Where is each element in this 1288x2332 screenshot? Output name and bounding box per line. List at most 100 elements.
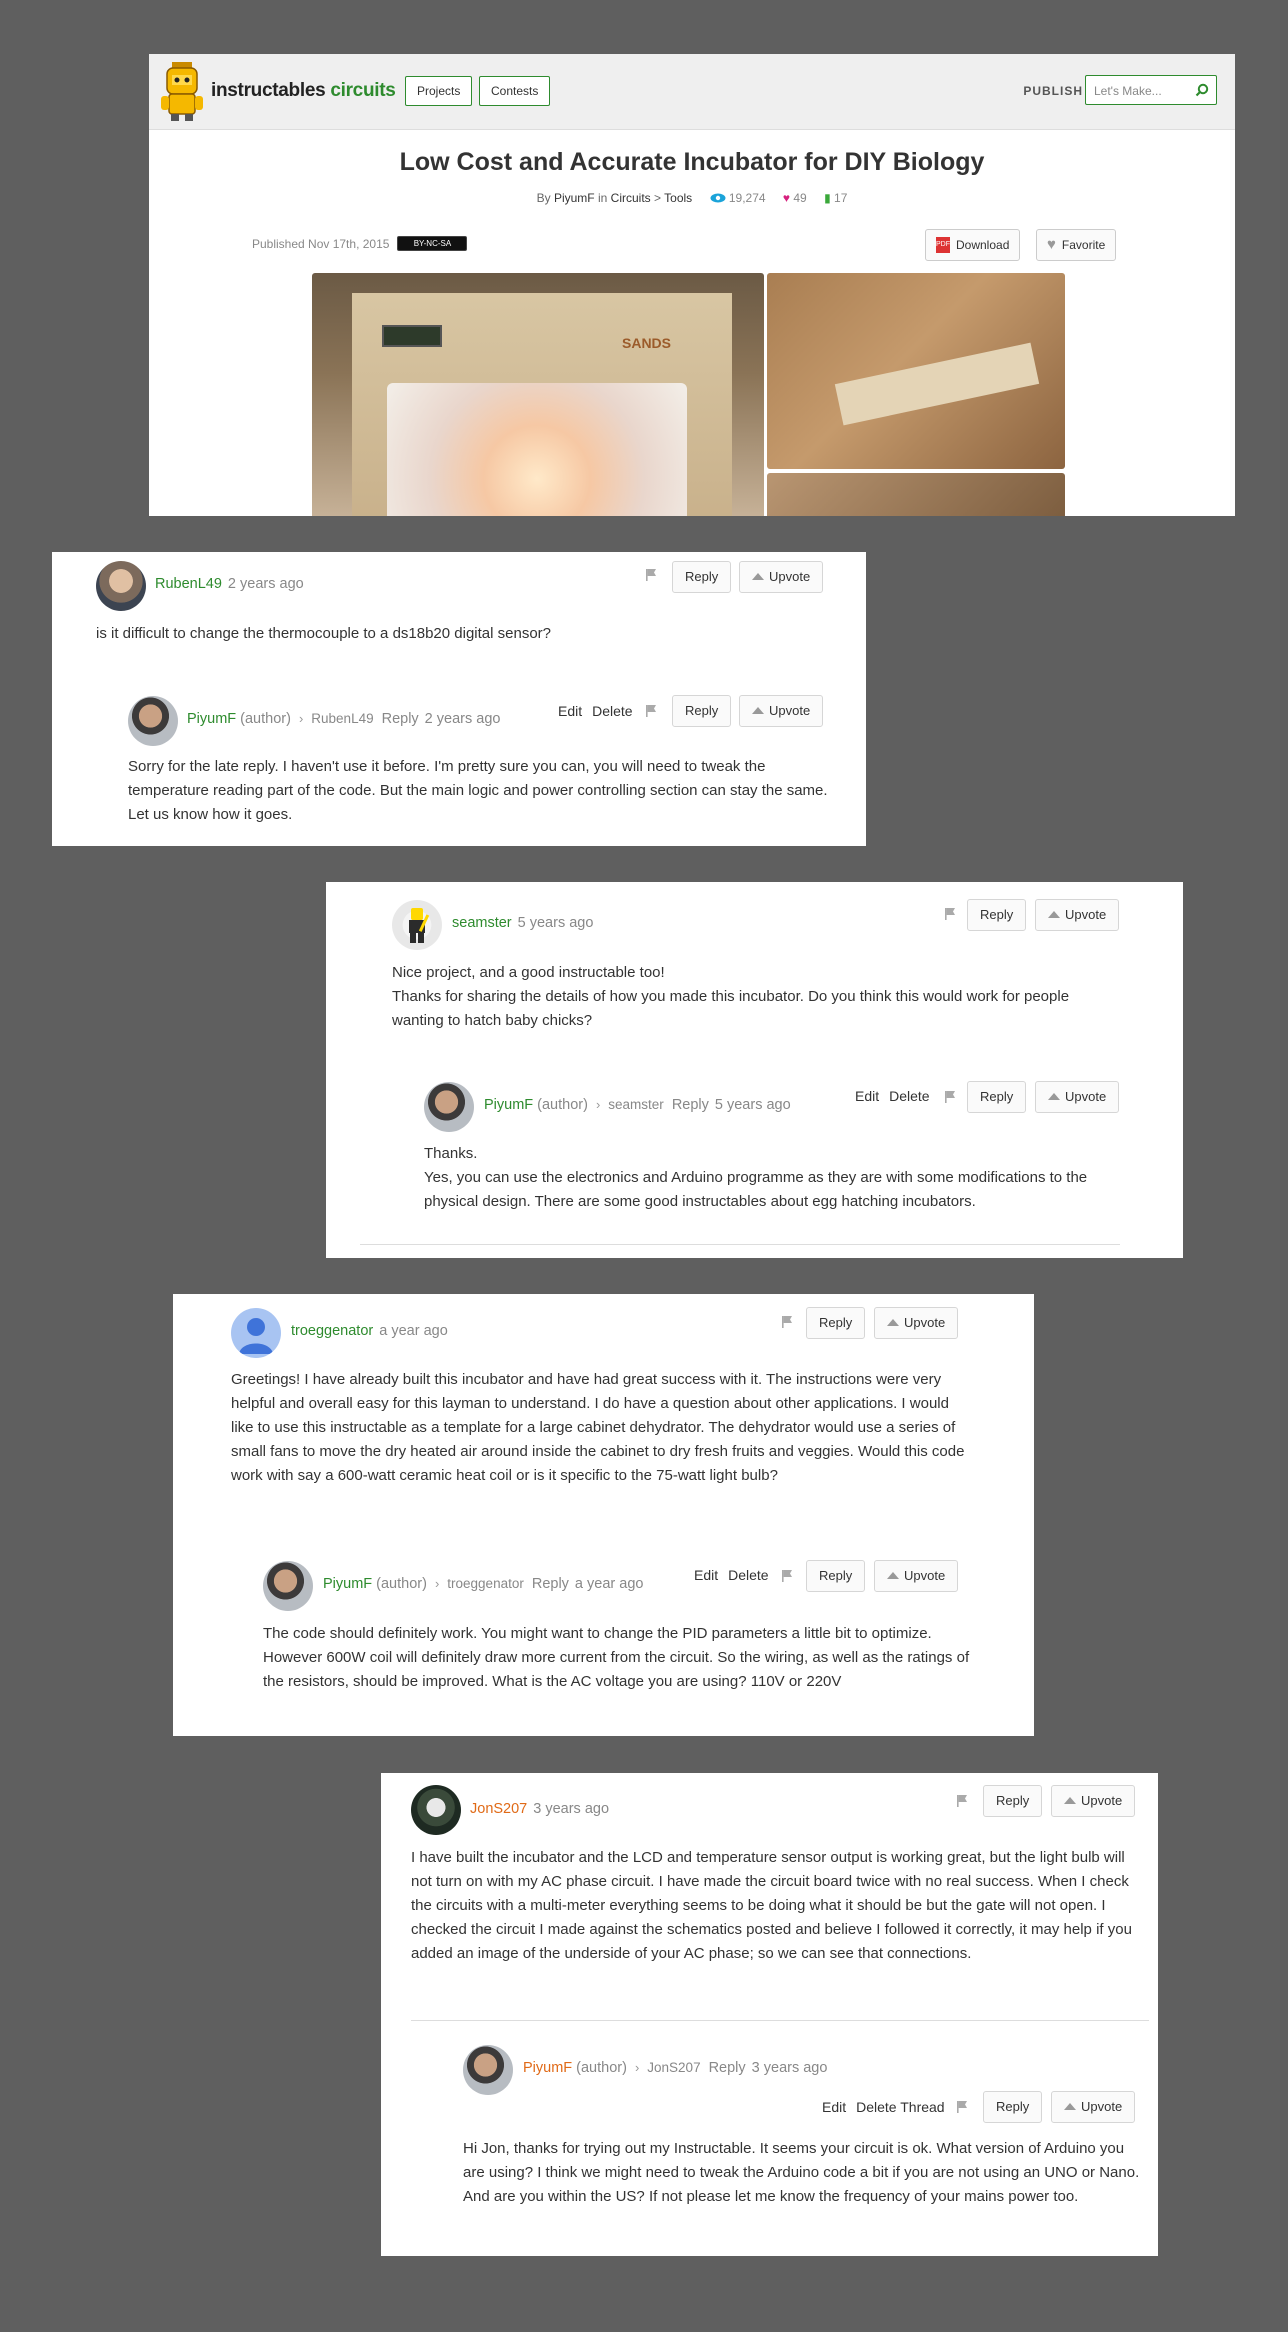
default-user-icon: [239, 1318, 273, 1354]
avatar[interactable]: [463, 2045, 513, 2095]
main-project-photo[interactable]: SANDS: [312, 273, 764, 516]
comments-stat: ▮ 17: [824, 191, 848, 205]
comment-thread: troeggenator a year ago Reply Upvote Gre…: [173, 1294, 1034, 1736]
edit-delete-links: Edit Delete: [855, 1088, 940, 1104]
reply-line: The code should definitely work. You mig…: [263, 1625, 932, 1642]
upvote-button[interactable]: Upvote: [1051, 1785, 1136, 1817]
reply-time: 2 years ago: [424, 711, 501, 727]
edit-link[interactable]: Edit: [855, 1088, 879, 1104]
download-button[interactable]: PDF Download: [925, 229, 1021, 261]
reply-line: However 600W coil will definitely draw m…: [263, 1649, 970, 1690]
avatar[interactable]: [96, 561, 146, 611]
site-logo[interactable]: instructables circuits: [159, 60, 396, 122]
upvote-button[interactable]: Upvote: [1051, 2091, 1136, 2123]
flag-icon[interactable]: [943, 907, 957, 921]
comment-author[interactable]: JonS207: [470, 1801, 527, 1817]
search-input[interactable]: Let's Make...: [1085, 75, 1217, 105]
delete-link[interactable]: Delete: [592, 703, 632, 719]
comment-thread: seamster 5 years ago Reply Upvote Nice p…: [326, 882, 1183, 1258]
lcd-display: [382, 325, 442, 347]
delete-thread-link[interactable]: Delete Thread: [856, 2099, 944, 2115]
subcategory-link[interactable]: Tools: [664, 191, 692, 205]
comment-meta: seamster 5 years ago: [452, 915, 593, 931]
flag-icon[interactable]: [780, 1569, 794, 1583]
reply-to-user[interactable]: RubenL49: [311, 711, 373, 726]
comment-meta: troeggenator a year ago: [291, 1323, 448, 1339]
upvote-button[interactable]: Upvote: [874, 1307, 959, 1339]
published-row: Published Nov 17th, 2015 BY-NC-SA: [252, 236, 468, 251]
project-photo-thumbnail[interactable]: [767, 273, 1065, 469]
project-photo-thumbnail[interactable]: [767, 473, 1065, 516]
comment-author[interactable]: troeggenator: [291, 1323, 373, 1339]
upvote-button[interactable]: Upvote: [739, 695, 824, 727]
reply-button[interactable]: Reply: [806, 1560, 866, 1592]
upvote-button[interactable]: Upvote: [1035, 1081, 1120, 1113]
top-navbar: instructables circuits Projects Contests…: [149, 54, 1235, 130]
edit-link[interactable]: Edit: [694, 1567, 718, 1583]
reply-author[interactable]: PiyumF: [323, 1576, 372, 1592]
search-icon[interactable]: [1195, 83, 1209, 97]
comment-body: is it difficult to change the thermocoup…: [96, 625, 552, 642]
flag-icon[interactable]: [644, 568, 658, 582]
flag-icon[interactable]: [955, 2100, 969, 2114]
reply-author[interactable]: PiyumF: [523, 2060, 572, 2076]
reply-button[interactable]: Reply: [983, 1785, 1043, 1817]
comment-meta: JonS207 3 years ago: [470, 1801, 609, 1817]
edit-link[interactable]: Edit: [558, 703, 582, 719]
upvote-arrow-icon: [1048, 1093, 1060, 1100]
flag-icon[interactable]: [644, 704, 658, 718]
reply-author[interactable]: PiyumF: [484, 1097, 533, 1113]
reply-author[interactable]: PiyumF: [187, 711, 236, 727]
author-link[interactable]: PiyumF: [554, 191, 595, 205]
search-placeholder: Let's Make...: [1094, 84, 1162, 98]
nav-contests-button[interactable]: Contests: [479, 76, 551, 106]
brand-wordmark: instructables circuits: [211, 80, 396, 101]
publish-link[interactable]: PUBLISH: [1023, 84, 1083, 98]
edit-link[interactable]: Edit: [822, 2099, 846, 2115]
comment-body: I have built the incubator and the LCD a…: [411, 1849, 1132, 1962]
reply-button[interactable]: Reply: [967, 1081, 1027, 1113]
upvote-arrow-icon: [1064, 1797, 1076, 1804]
license-badge[interactable]: BY-NC-SA: [397, 236, 468, 251]
reply-button[interactable]: Reply: [983, 2091, 1043, 2123]
upvote-button[interactable]: Upvote: [739, 561, 824, 593]
reply-word: Reply: [708, 2060, 746, 2076]
upvote-arrow-icon: [752, 573, 764, 580]
by-label: By: [536, 191, 551, 205]
avatar[interactable]: [231, 1308, 281, 1358]
reply-button[interactable]: Reply: [672, 561, 732, 593]
delete-link[interactable]: Delete: [889, 1088, 929, 1104]
reply-to-user[interactable]: JonS207: [647, 2060, 700, 2075]
category-link[interactable]: Circuits: [611, 191, 651, 205]
flag-icon[interactable]: [943, 1090, 957, 1104]
favorite-button[interactable]: ♥ Favorite: [1036, 229, 1117, 261]
flag-icon[interactable]: [780, 1315, 794, 1329]
flag-icon[interactable]: [955, 1794, 969, 1808]
avatar[interactable]: [424, 1082, 474, 1132]
upvote-button[interactable]: Upvote: [874, 1560, 959, 1592]
delete-link[interactable]: Delete: [728, 1567, 768, 1583]
reply-button[interactable]: Reply: [806, 1307, 866, 1339]
reply-to-user[interactable]: seamster: [608, 1097, 664, 1112]
avatar[interactable]: [411, 1785, 461, 1835]
thread-divider: [411, 2020, 1149, 2021]
reply-body: Sorry for the late reply. I haven't use …: [128, 758, 828, 823]
upvote-arrow-icon: [887, 1319, 899, 1326]
comment-author[interactable]: RubenL49: [155, 576, 222, 592]
comment-author[interactable]: seamster: [452, 915, 512, 931]
views-stat: 19,274: [710, 191, 766, 205]
reply-meta: PiyumF (author) › troeggenator Reply a y…: [323, 1576, 643, 1592]
avatar[interactable]: [128, 696, 178, 746]
edit-delete-links: Edit Delete: [694, 1567, 779, 1583]
reply-meta: PiyumF (author) › RubenL49 Reply 2 years…: [187, 711, 500, 727]
thread-divider: [360, 1244, 1120, 1245]
reply-button[interactable]: Reply: [672, 695, 732, 727]
reply-line: Thanks.: [424, 1145, 478, 1162]
reply-button[interactable]: Reply: [967, 899, 1027, 931]
avatar[interactable]: [263, 1561, 313, 1611]
reply-to-user[interactable]: troeggenator: [447, 1576, 524, 1591]
upvote-button[interactable]: Upvote: [1035, 899, 1120, 931]
nav-projects-button[interactable]: Projects: [405, 76, 473, 106]
reply-meta: PiyumF (author) › seamster Reply 5 years…: [484, 1097, 791, 1113]
avatar[interactable]: [392, 900, 442, 950]
